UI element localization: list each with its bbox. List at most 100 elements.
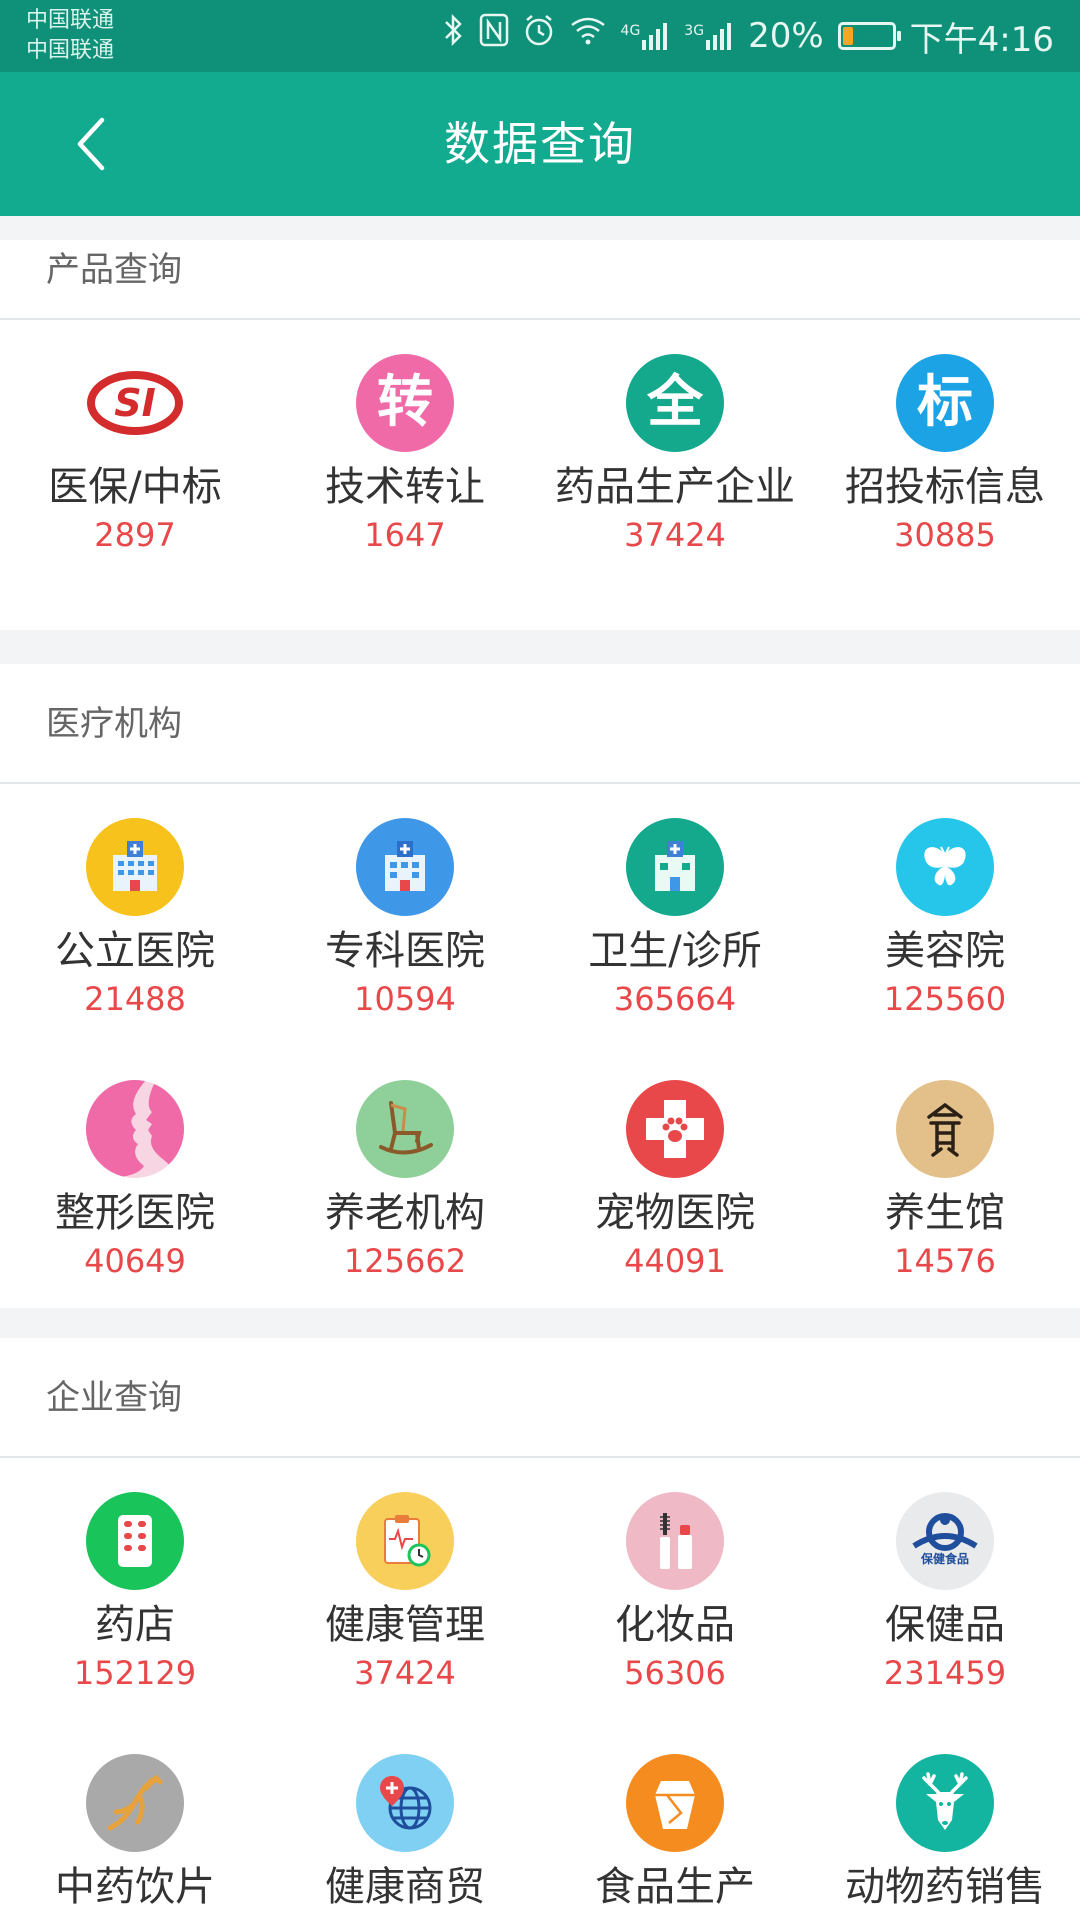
grid-item-veterinary-drug-sales[interactable]: 动物药销售 xyxy=(810,1720,1080,1920)
food-box-icon xyxy=(626,1754,724,1852)
status-bar: 中国联通 中国联通 4G 3G 20% 下午4:16 xyxy=(0,0,1080,72)
grid-item-clinic[interactable]: 卫生/诊所 365664 xyxy=(540,784,810,1046)
app-bar: 数据查询 xyxy=(0,72,1080,216)
section-title: 企业查询 xyxy=(46,1378,182,1418)
transfer-icon: 转 xyxy=(356,354,454,452)
section-product-query: 产品查询 SI 医保/中标 2897 转 技术转让 1647 全 药品生产企业 … xyxy=(0,240,1080,630)
carrier-2: 中国联通 xyxy=(26,38,115,63)
item-count: 30885 xyxy=(894,516,996,554)
item-label: 食品生产 xyxy=(595,1864,755,1910)
bid-icon: 标 xyxy=(896,354,994,452)
page-title: 数据查询 xyxy=(444,117,636,171)
section-title: 产品查询 xyxy=(46,250,182,290)
item-count: 10594 xyxy=(354,980,456,1018)
grid-item-health-club[interactable]: 养生馆 14576 xyxy=(810,1046,1080,1308)
health-food-logo-icon: 保健食品 xyxy=(896,1492,994,1590)
grid-item-health-management[interactable]: 健康管理 37424 xyxy=(270,1458,540,1720)
all-glyph: 全 xyxy=(647,370,703,435)
item-label: 健康商贸 xyxy=(325,1864,485,1910)
enterprise-grid: 药店 152129 健康管理 37424 化妆品 56306 保健食品 保健品 … xyxy=(0,1458,1080,1920)
item-label: 健康管理 xyxy=(325,1602,485,1648)
item-label: 药店 xyxy=(95,1602,175,1648)
battery-percent: 20% xyxy=(748,16,824,56)
clock: 下午4:16 xyxy=(909,19,1054,60)
item-count: 125560 xyxy=(883,980,1007,1018)
product-grid: SI 医保/中标 2897 转 技术转让 1647 全 药品生产企业 37424… xyxy=(0,320,1080,630)
battery-icon xyxy=(837,22,901,50)
item-count: 2897 xyxy=(94,516,176,554)
transfer-glyph: 转 xyxy=(377,370,433,435)
network-4g-label: 4G xyxy=(620,23,641,39)
grid-item-health-trade[interactable]: 健康商贸 xyxy=(270,1720,540,1920)
item-label: 宠物医院 xyxy=(595,1190,755,1236)
carrier-1: 中国联通 xyxy=(26,8,115,33)
item-label: 卫生/诊所 xyxy=(588,928,762,974)
item-count: 152129 xyxy=(73,1654,197,1692)
grid-item-public-hospital[interactable]: 公立医院 21488 xyxy=(0,784,270,1046)
deer-icon xyxy=(896,1754,994,1852)
ginseng-icon xyxy=(86,1754,184,1852)
seal-character-icon xyxy=(896,1080,994,1178)
item-count: 125662 xyxy=(343,1242,467,1280)
public-hospital-icon xyxy=(86,818,184,916)
item-label: 药品生产企业 xyxy=(555,464,795,510)
network-3g-label: 3G xyxy=(684,23,705,39)
grid-item-elderly-care[interactable]: 养老机构 125662 xyxy=(270,1046,540,1308)
svg-text:SI: SI xyxy=(114,381,156,425)
grid-item-plastic-surgery[interactable]: 整形医院 40649 xyxy=(0,1046,270,1308)
section-enterprise-query: 企业查询 药店 152129 健康管理 37424 化妆品 56306 保健食品… xyxy=(0,1338,1080,1920)
item-label: 中药饮片 xyxy=(55,1864,215,1910)
clinic-icon xyxy=(626,818,724,916)
item-count: 365664 xyxy=(613,980,737,1018)
section-header: 企业查询 xyxy=(0,1338,1080,1458)
item-count: 14576 xyxy=(894,1242,996,1280)
item-label: 招投标信息 xyxy=(845,464,1045,510)
section-header: 医疗机构 xyxy=(0,664,1080,784)
item-label: 医保/中标 xyxy=(48,464,222,510)
content-scroll[interactable]: 产品查询 SI 医保/中标 2897 转 技术转让 1647 全 药品生产企业 … xyxy=(0,216,1080,1920)
item-count: 1647 xyxy=(364,516,446,554)
cosmetics-icon xyxy=(626,1492,724,1590)
grid-item-herbal-pieces[interactable]: 中药饮片 xyxy=(0,1720,270,1920)
section-title: 医疗机构 xyxy=(46,704,182,744)
grid-item-tech-transfer[interactable]: 转 技术转让 1647 xyxy=(270,320,540,630)
item-count: 56306 xyxy=(624,1654,726,1692)
rocking-chair-icon xyxy=(356,1080,454,1178)
status-icons: 4G 3G 20% 下午4:16 xyxy=(443,13,1054,60)
item-label: 化妆品 xyxy=(615,1602,735,1648)
item-label: 动物药销售 xyxy=(845,1864,1045,1910)
grid-item-medical-insurance[interactable]: SI 医保/中标 2897 xyxy=(0,320,270,630)
grid-item-drug-manufacturer[interactable]: 全 药品生产企业 37424 xyxy=(540,320,810,630)
nfc-icon xyxy=(479,13,509,60)
item-count: 44091 xyxy=(624,1242,726,1280)
item-label: 公立医院 xyxy=(55,928,215,974)
grid-item-bidding-info[interactable]: 标 招投标信息 30885 xyxy=(810,320,1080,630)
grid-item-health-food[interactable]: 保健食品 保健品 231459 xyxy=(810,1458,1080,1720)
grid-item-beauty-salon[interactable]: 美容院 125560 xyxy=(810,784,1080,1046)
item-label: 美容院 xyxy=(885,928,1005,974)
alarm-icon xyxy=(523,13,555,60)
face-profile-icon xyxy=(86,1080,184,1178)
signal-3g-icon: 3G xyxy=(684,20,734,52)
pet-cross-icon xyxy=(626,1080,724,1178)
section-medical-institutions: 医疗机构 公立医院 21488 专科医院 10594 卫生/诊所 365664 … xyxy=(0,664,1080,1308)
section-header: 产品查询 xyxy=(0,240,1080,320)
battery-level xyxy=(842,27,853,45)
wifi-icon xyxy=(569,13,607,60)
item-label: 养生馆 xyxy=(885,1190,1005,1236)
grid-item-pet-hospital[interactable]: 宠物医院 44091 xyxy=(540,1046,810,1308)
grid-item-cosmetics[interactable]: 化妆品 56306 xyxy=(540,1458,810,1720)
butterfly-icon xyxy=(896,818,994,916)
grid-item-specialist-hospital[interactable]: 专科医院 10594 xyxy=(270,784,540,1046)
item-count: 21488 xyxy=(84,980,186,1018)
item-label: 保健品 xyxy=(885,1602,1005,1648)
item-label: 技术转让 xyxy=(325,464,485,510)
health-food-logo-text: 保健食品 xyxy=(920,1552,969,1566)
health-clipboard-icon xyxy=(356,1492,454,1590)
item-count: 40649 xyxy=(84,1242,186,1280)
item-label: 整形医院 xyxy=(55,1190,215,1236)
grid-item-pharmacy[interactable]: 药店 152129 xyxy=(0,1458,270,1720)
pill-pack-icon xyxy=(86,1492,184,1590)
grid-item-food-production[interactable]: 食品生产 xyxy=(540,1720,810,1920)
globe-pin-icon xyxy=(356,1754,454,1852)
